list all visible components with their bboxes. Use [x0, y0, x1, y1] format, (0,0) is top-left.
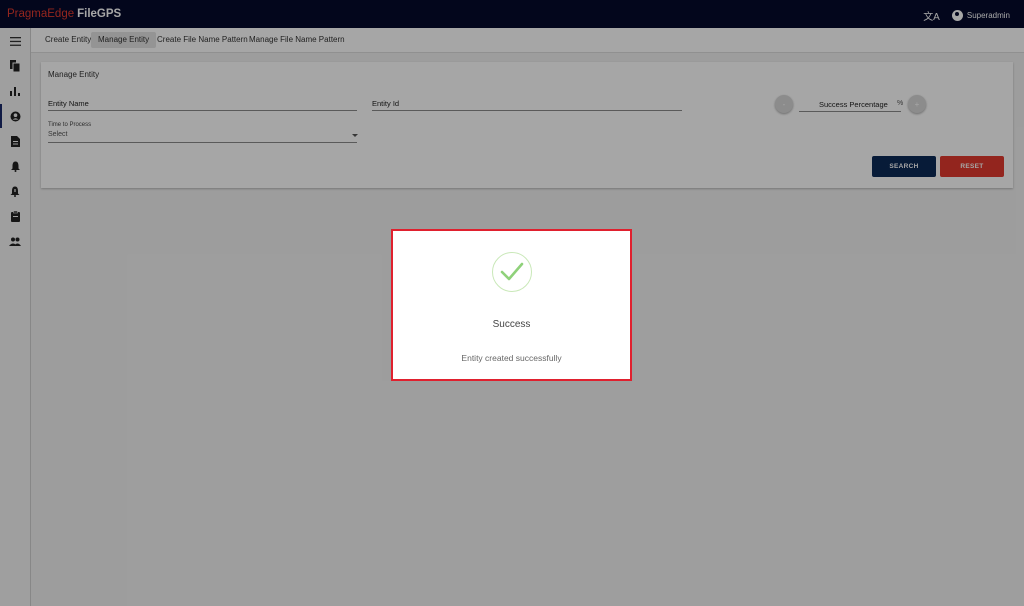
success-dialog: Success Entity created successfully — [391, 229, 632, 381]
success-check-icon — [492, 252, 532, 292]
dialog-message: Entity created successfully — [461, 353, 562, 363]
dialog-title: Success — [492, 319, 531, 330]
